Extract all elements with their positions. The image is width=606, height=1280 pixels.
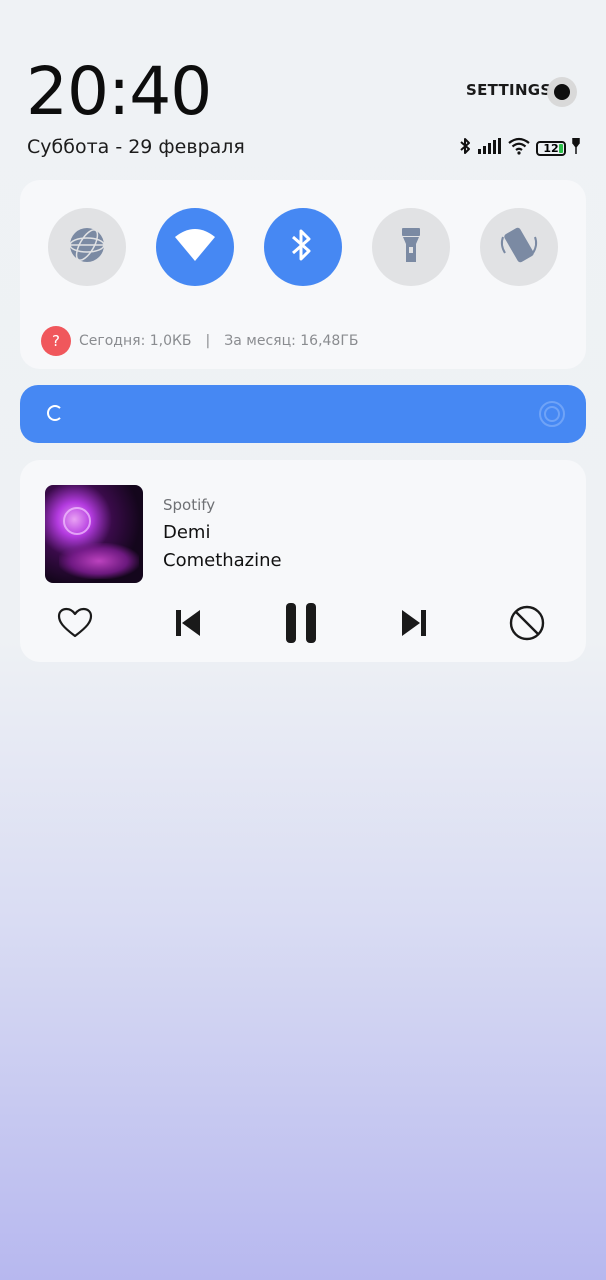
heart-icon (57, 607, 93, 643)
bluetooth-status-icon (458, 137, 472, 159)
next-button[interactable] (389, 600, 439, 650)
loading-icon (47, 405, 63, 421)
skip-previous-icon (174, 608, 202, 642)
pause-icon (283, 601, 319, 649)
status-bar: 12 (458, 136, 580, 160)
dislike-button[interactable] (502, 600, 552, 650)
auto-rotate-icon (497, 223, 541, 271)
brightness-bar[interactable] (20, 385, 586, 443)
data-usage[interactable]: ? Сегодня: 1,0КБ | За месяц: 16,48ГБ (41, 326, 358, 356)
block-icon (509, 605, 545, 645)
track-title: Demi (163, 522, 211, 543)
bluetooth-icon (287, 225, 319, 269)
globe-icon (67, 225, 107, 269)
battery-level: 12 (543, 141, 559, 155)
settings-button[interactable]: SETTINGS (466, 81, 552, 99)
flashlight-tile[interactable] (372, 208, 450, 286)
flashlight-icon (399, 225, 423, 269)
media-player-card: Spotify Demi Comethazine (20, 460, 586, 662)
auto-rotate-tile[interactable] (480, 208, 558, 286)
wifi-tile[interactable] (156, 208, 234, 286)
usage-month: За месяц: 16,48ГБ (224, 333, 359, 349)
previous-button[interactable] (163, 600, 213, 650)
date: Суббота - 29 февраля (27, 136, 245, 158)
media-controls (20, 600, 586, 650)
charging-icon (572, 138, 580, 158)
auto-brightness-icon[interactable] (538, 400, 566, 432)
quick-settings-panel: ? Сегодня: 1,0КБ | За месяц: 16,48ГБ (20, 180, 586, 369)
skip-next-icon (400, 608, 428, 642)
bluetooth-tile[interactable] (264, 208, 342, 286)
wifi-status-icon (508, 137, 530, 159)
album-art[interactable] (45, 485, 143, 583)
wifi-icon (173, 227, 217, 267)
usage-separator: | (205, 333, 211, 349)
media-app-name: Spotify (163, 496, 216, 514)
like-button[interactable] (50, 600, 100, 650)
signal-icon (478, 138, 502, 158)
question-icon: ? (41, 326, 71, 356)
clock[interactable]: 20:40 (26, 52, 212, 132)
globe-tile[interactable] (48, 208, 126, 286)
settings-toggle-icon[interactable] (547, 77, 577, 107)
battery-icon: 12 (536, 140, 566, 156)
pause-button[interactable] (276, 600, 326, 650)
track-artist: Comethazine (163, 550, 282, 571)
usage-today: Сегодня: 1,0КБ (79, 333, 192, 349)
